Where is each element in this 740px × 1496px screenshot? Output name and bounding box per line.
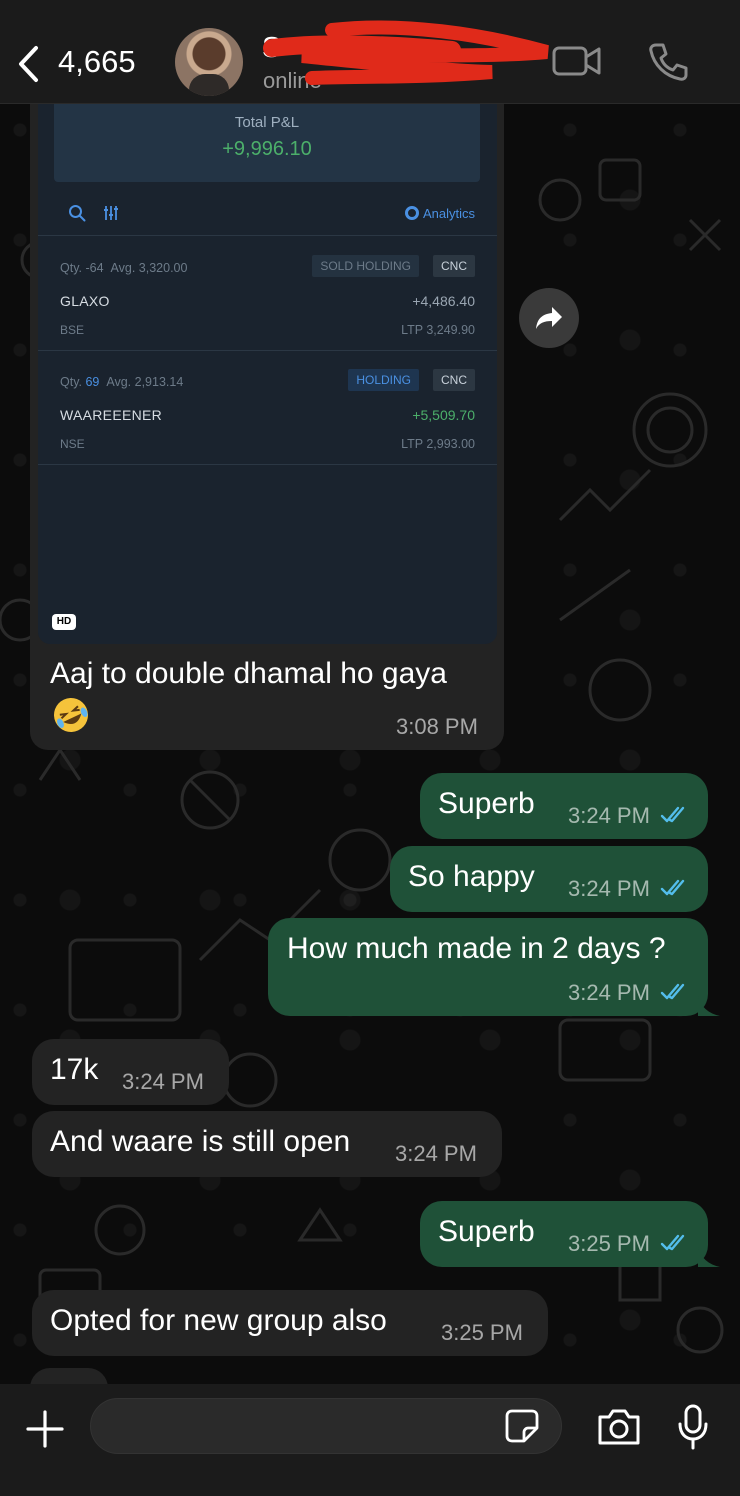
holding-status-tag: SOLD HOLDING bbox=[312, 255, 419, 277]
holding-row-glaxo: Qty. -64 Avg. 3,320.00 SOLD HOLDING CNC … bbox=[38, 237, 497, 351]
plus-icon[interactable] bbox=[26, 1410, 64, 1448]
message-bubble-in[interactable]: Opted for new group also 3:25 PM bbox=[32, 1290, 548, 1356]
analytics-link: Analytics bbox=[404, 206, 475, 221]
holding-pnl: +5,509.70 bbox=[412, 407, 475, 423]
bubble-tail bbox=[698, 996, 720, 1016]
video-call-icon[interactable] bbox=[552, 44, 602, 78]
message-composer bbox=[0, 1384, 740, 1496]
redaction-scribble bbox=[263, 20, 549, 85]
message-bubble-in[interactable]: And waare is still open 3:24 PM bbox=[32, 1111, 502, 1177]
forward-icon bbox=[536, 307, 562, 329]
mic-icon[interactable] bbox=[676, 1404, 710, 1450]
total-pnl-value: +9,996.10 bbox=[222, 138, 312, 160]
unread-count[interactable]: 4,665 bbox=[58, 44, 136, 80]
holding-exchange: NSE bbox=[60, 437, 85, 451]
avg-label: Avg. bbox=[106, 375, 132, 389]
message-text: How much made in 2 days ? bbox=[287, 932, 666, 965]
message-bubble-out[interactable]: Superb 3:25 PM bbox=[420, 1201, 708, 1267]
shared-screenshot[interactable]: Total P&L +9,996.10 Analytics Qty. -64 A… bbox=[38, 104, 497, 644]
message-time: 3:24 PM bbox=[122, 1069, 204, 1094]
camera-icon[interactable] bbox=[596, 1408, 642, 1446]
product-tag: CNC bbox=[433, 369, 475, 391]
search-icon bbox=[69, 205, 86, 222]
holding-exchange: BSE bbox=[60, 323, 85, 337]
avg-value: 3,320.00 bbox=[138, 261, 188, 275]
message-text: Opted for new group also bbox=[50, 1304, 387, 1337]
holding-name: WAAREEENER bbox=[60, 407, 163, 423]
product-tag: CNC bbox=[433, 255, 475, 277]
image-caption: Aaj to double dhamal ho gaya bbox=[50, 657, 447, 690]
sticker-icon[interactable] bbox=[504, 1408, 540, 1444]
avg-value: 2,913.14 bbox=[134, 375, 184, 389]
message-time: 3:25 PM bbox=[568, 1231, 650, 1256]
message-time: 3:25 PM bbox=[441, 1320, 523, 1345]
holding-ltp: LTP 3,249.90 bbox=[401, 323, 475, 337]
holding-row-waareeener: Qty. 69 Avg. 2,913.14 HOLDING CNC WAAREE… bbox=[38, 351, 497, 465]
double-check-icon bbox=[660, 983, 685, 1000]
phone-icon[interactable] bbox=[648, 42, 688, 82]
message-time: 3:08 PM bbox=[396, 714, 478, 739]
message-time: 3:24 PM bbox=[395, 1141, 477, 1166]
qty-label: Qty. bbox=[60, 261, 82, 275]
chat-header: 4,665 S———g online bbox=[0, 0, 740, 104]
message-bubble-out[interactable]: So happy 3:24 PM bbox=[390, 846, 708, 912]
bubble-tail bbox=[698, 1247, 720, 1267]
qty-label: Qty. bbox=[60, 375, 82, 389]
holdings-toolbar: Analytics bbox=[38, 194, 497, 236]
message-time: 3:24 PM bbox=[568, 803, 650, 828]
message-text: And waare is still open bbox=[50, 1125, 351, 1158]
holding-qty: Qty. 69 Avg. 2,913.14 bbox=[60, 375, 183, 389]
qty-value: -64 bbox=[85, 261, 104, 275]
message-bubble-out[interactable]: Superb 3:24 PM bbox=[420, 773, 708, 839]
holding-ltp: LTP 2,993.00 bbox=[401, 437, 475, 451]
message-time: 3:24 PM bbox=[568, 980, 650, 1005]
analytics-icon bbox=[404, 206, 419, 220]
avg-label: Avg. bbox=[110, 261, 136, 275]
total-pnl-card: Total P&L +9,996.10 bbox=[54, 104, 480, 182]
message-input[interactable] bbox=[90, 1398, 562, 1454]
message-bubble-out[interactable]: How much made in 2 days ? 3:24 PM bbox=[268, 918, 708, 1016]
message-text: Superb bbox=[438, 1215, 535, 1248]
holding-name: GLAXO bbox=[60, 293, 110, 309]
holding-status-tag: HOLDING bbox=[348, 369, 419, 391]
double-check-icon bbox=[660, 879, 685, 896]
message-text: 17k bbox=[50, 1053, 99, 1086]
message-text: Superb bbox=[438, 787, 535, 820]
holding-pnl: +4,486.40 bbox=[412, 293, 475, 309]
filter-icon bbox=[104, 206, 118, 220]
chevron-left-icon[interactable] bbox=[16, 44, 42, 84]
qty-value: 69 bbox=[85, 375, 100, 389]
holding-qty: Qty. -64 Avg. 3,320.00 bbox=[60, 261, 187, 275]
double-check-icon bbox=[660, 806, 685, 823]
forward-button[interactable] bbox=[519, 288, 579, 348]
message-time: 3:24 PM bbox=[568, 876, 650, 901]
analytics-label: Analytics bbox=[422, 206, 475, 221]
hd-badge: HD bbox=[52, 614, 76, 630]
double-check-icon bbox=[660, 1234, 685, 1251]
contact-avatar[interactable] bbox=[175, 28, 243, 96]
rolling-laughing-emoji-icon bbox=[54, 698, 88, 732]
message-text: So happy bbox=[408, 860, 535, 893]
message-bubble-in[interactable]: 17k 3:24 PM bbox=[32, 1039, 229, 1105]
total-pnl-label: Total P&L bbox=[234, 114, 300, 131]
